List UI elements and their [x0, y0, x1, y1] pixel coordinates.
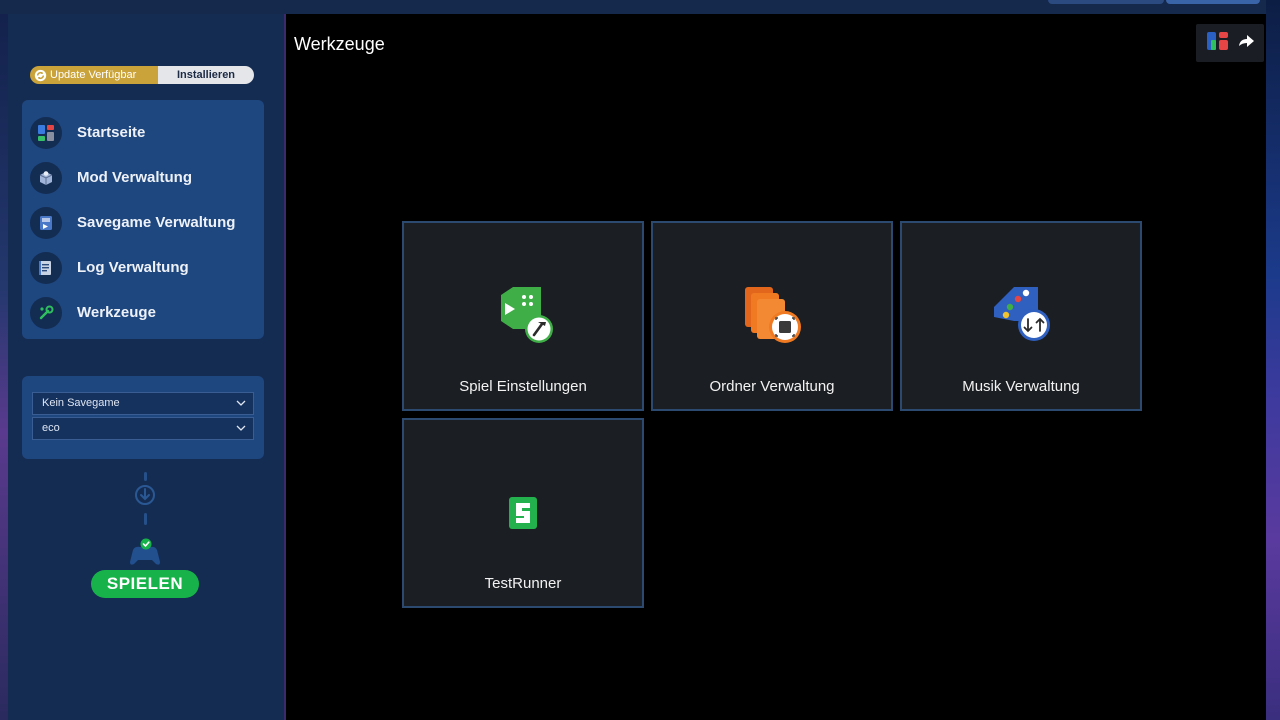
connector-line: [144, 513, 147, 525]
download-icon: [134, 484, 156, 511]
savegame-panel: Kein Savegame eco: [22, 376, 264, 459]
update-status: Update Verfügbar: [30, 66, 158, 84]
sidebar-item-startseite[interactable]: Startseite: [22, 110, 264, 155]
sidebar-item-werkzeuge[interactable]: Werkzeuge: [22, 290, 264, 335]
tools-icon: [30, 296, 62, 329]
sidebar-item-label: Savegame Verwaltung: [77, 214, 236, 231]
sidebar-item-savegame-verwaltung[interactable]: Savegame Verwaltung: [22, 200, 264, 245]
profile-select-value: eco: [42, 422, 60, 434]
mod-box-icon: [30, 161, 62, 194]
sidebar-item-log-verwaltung[interactable]: Log Verwaltung: [22, 245, 264, 290]
share-icon[interactable]: [1236, 31, 1256, 56]
music-management-icon: [988, 281, 1054, 352]
page-title: Werkzeuge: [294, 34, 385, 54]
savegame-icon: [30, 206, 62, 239]
savegame-select-value: Kein Savegame: [42, 397, 120, 409]
top-actions: [1196, 24, 1264, 62]
top-tab-segment[interactable]: [1048, 0, 1164, 4]
sidebar-item-mod-verwaltung[interactable]: Mod Verwaltung: [22, 155, 264, 200]
update-banner: Update Verfügbar Installieren: [30, 66, 254, 84]
sidebar-item-label: Log Verwaltung: [77, 259, 189, 276]
tool-tile-label: TestRunner: [484, 575, 562, 592]
folder-management-icon: [739, 281, 805, 352]
top-tab-segment-active[interactable]: [1166, 0, 1260, 4]
sidebar-nav: Startseite Mod Verwaltung Savegame Verwa…: [22, 100, 264, 339]
tool-tile-label: Musik Verwaltung: [962, 378, 1080, 395]
connector-line: [144, 472, 147, 481]
refresh-icon: [34, 69, 47, 82]
sidebar-item-label: Werkzeuge: [77, 304, 156, 321]
home-dashboard-icon: [30, 116, 62, 149]
chevron-down-icon: [236, 418, 246, 447]
app-logo-icon[interactable]: [1205, 28, 1231, 59]
update-status-label: Update Verfügbar: [50, 69, 137, 81]
log-icon: [30, 251, 62, 284]
tool-tile-label: Spiel Einstellungen: [459, 378, 587, 395]
testrunner-icon: [508, 496, 538, 535]
game-settings-icon: [491, 281, 555, 352]
tool-tile-testrunner[interactable]: TestRunner: [402, 418, 644, 608]
main-content: Werkzeuge Spiel Einstellungen Ordner Ver…: [286, 14, 1266, 720]
play-button[interactable]: SPIELEN: [91, 570, 199, 598]
tool-tile-ordner-verwaltung[interactable]: Ordner Verwaltung: [651, 221, 893, 411]
tool-tile-spiel-einstellungen[interactable]: Spiel Einstellungen: [402, 221, 644, 411]
install-button[interactable]: Installieren: [158, 66, 254, 84]
profile-select[interactable]: eco: [32, 417, 254, 440]
window-top-bar: [0, 0, 1266, 14]
tool-tile-label: Ordner Verwaltung: [709, 378, 835, 395]
sidebar-item-label: Startseite: [77, 124, 146, 141]
savegame-select[interactable]: Kein Savegame: [32, 392, 254, 415]
tool-tile-musik-verwaltung[interactable]: Musik Verwaltung: [900, 221, 1142, 411]
desktop-wallpaper-left: [0, 0, 8, 720]
play-area: SPIELEN: [8, 460, 284, 620]
sidebar-item-label: Mod Verwaltung: [77, 169, 193, 186]
desktop-wallpaper-right: [1266, 0, 1280, 720]
gamepad-icon: [127, 538, 163, 573]
